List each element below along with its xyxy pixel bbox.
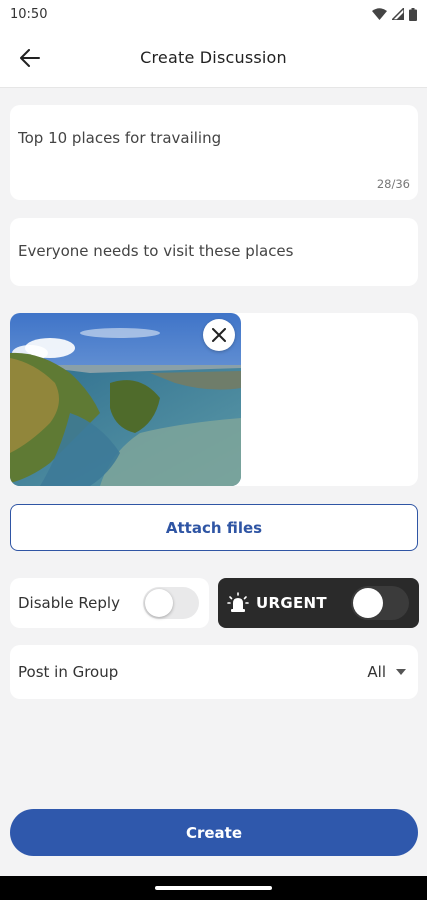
title-field[interactable]: 28/36 <box>10 105 418 200</box>
attachment-area <box>10 313 418 486</box>
disable-reply-row: Disable Reply <box>10 578 209 628</box>
signal-icon <box>392 8 404 20</box>
post-in-group-label: Post in Group <box>18 663 119 681</box>
description-input[interactable] <box>18 242 408 260</box>
battery-icon <box>409 7 417 21</box>
arrow-left-icon <box>20 49 40 67</box>
app-bar: Create Discussion <box>0 28 427 88</box>
attach-files-button[interactable]: Attach files <box>10 504 418 551</box>
post-in-group-row: Post in Group All <box>10 645 418 699</box>
close-icon <box>212 328 226 342</box>
status-bar: 10:50 <box>0 0 427 28</box>
wifi-icon <box>372 8 387 20</box>
status-icons <box>372 7 417 21</box>
create-button[interactable]: Create <box>10 809 418 856</box>
group-selected-value: All <box>367 663 386 681</box>
urgent-toggle[interactable] <box>351 586 409 620</box>
status-time: 10:50 <box>10 6 48 22</box>
back-button[interactable] <box>14 42 46 74</box>
system-navigation-bar <box>0 876 427 900</box>
toggle-knob <box>353 588 383 618</box>
toggle-knob <box>145 589 173 617</box>
home-gesture-handle[interactable] <box>155 886 272 890</box>
page-title: Create Discussion <box>140 48 287 67</box>
urgent-label: URGENT <box>256 594 327 612</box>
urgent-row: URGENT <box>218 578 419 628</box>
remove-photo-button[interactable] <box>203 319 235 351</box>
group-dropdown[interactable]: All <box>367 663 406 681</box>
character-counter: 28/36 <box>376 177 410 191</box>
alarm-light-icon <box>226 591 250 615</box>
disable-reply-label: Disable Reply <box>18 594 120 612</box>
caret-down-icon <box>396 669 406 675</box>
description-field[interactable] <box>10 218 418 286</box>
disable-reply-toggle[interactable] <box>143 587 199 619</box>
title-input[interactable] <box>18 129 398 147</box>
